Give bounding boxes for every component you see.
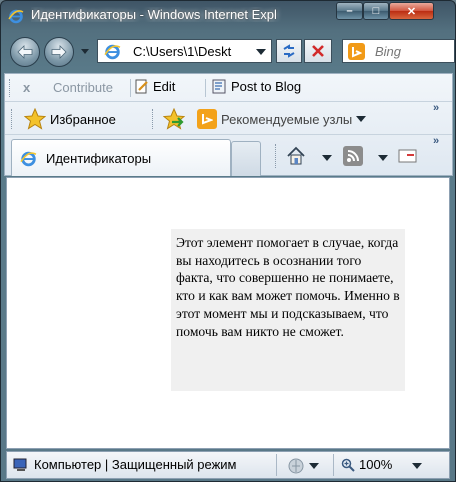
address-bar[interactable]: C:\Users\1\Deskt — [97, 39, 272, 63]
rss-icon — [343, 146, 363, 166]
arrow-right-icon — [51, 45, 67, 59]
close-button[interactable]: ✕ — [389, 2, 434, 20]
zone-label: Компьютер | Защищенный режим — [34, 457, 237, 472]
star-icon — [24, 108, 46, 130]
home-icon — [287, 146, 305, 165]
ie-icon — [8, 9, 24, 24]
toolbar-close-button[interactable]: x — [23, 80, 30, 95]
edit-icon — [135, 79, 148, 94]
arrow-left-icon — [17, 45, 33, 59]
chevron-down-icon — [356, 116, 367, 122]
privacy-button[interactable] — [287, 457, 319, 475]
page-content: Этот элемент помогает в случае, когда вы… — [6, 177, 450, 449]
search-input[interactable]: Bing — [375, 44, 401, 59]
toolbar-grip — [275, 144, 277, 168]
read-mail-button[interactable] — [398, 148, 418, 164]
window-title: Идентификаторы - Windows Internet Expl — [31, 7, 277, 22]
new-tab-button[interactable] — [231, 141, 261, 176]
toolbar-grip[interactable] — [9, 79, 11, 97]
refresh-icon — [283, 44, 295, 58]
blog-toolbar: x Contribute Edit Post to Blog — [5, 74, 452, 102]
address-text[interactable]: C:\Users\1\Deskt — [133, 44, 231, 59]
divider — [333, 454, 334, 476]
add-to-favorites-button[interactable] — [163, 108, 185, 130]
forward-button[interactable] — [44, 37, 74, 67]
edit-label: Edit — [153, 79, 176, 94]
chevron-down-icon[interactable] — [80, 46, 90, 56]
browser-window: Идентификаторы - Windows Internet Expl –… — [0, 0, 456, 482]
zoom-icon — [341, 458, 355, 472]
tab-identifiers[interactable]: Идентификаторы — [11, 139, 231, 176]
minimize-button[interactable]: – — [336, 2, 363, 20]
favorites-bar: Избранное Рекомендуемые узлы » — [5, 102, 452, 135]
suggested-sites-icon — [197, 109, 217, 129]
toolbar-area: x Contribute Edit Post to Blog Избранное… — [4, 73, 453, 176]
back-button[interactable] — [10, 37, 40, 67]
contribute-button[interactable]: Contribute — [53, 80, 113, 95]
favorites-label: Избранное — [50, 111, 116, 127]
chevron-more-icon[interactable]: » — [433, 135, 439, 147]
tab-label: Идентификаторы — [46, 151, 152, 166]
status-bar: Компьютер | Защищенный режим 100% — [6, 451, 450, 479]
chevron-down-icon — [309, 463, 319, 469]
security-zone[interactable]: Компьютер | Защищенный режим — [13, 457, 237, 472]
divider — [130, 79, 131, 97]
globe-settings-icon — [288, 458, 304, 474]
computer-icon — [13, 458, 27, 471]
chevron-down-icon[interactable] — [378, 154, 388, 162]
ie-page-icon — [104, 44, 121, 60]
identifier-text-block: Этот элемент помогает в случае, когда вы… — [171, 229, 405, 391]
tab-row: Идентификаторы » — [5, 135, 452, 176]
chevron-down-icon[interactable] — [256, 48, 266, 56]
chevron-down-icon[interactable] — [412, 462, 422, 470]
add-favorite-icon — [163, 108, 185, 130]
bing-icon — [348, 43, 365, 60]
maximize-button[interactable]: □ — [363, 2, 389, 20]
ie-page-icon — [20, 151, 37, 167]
stop-icon — [312, 45, 324, 57]
toolbar-grip — [152, 109, 154, 129]
title-bar: Идентификаторы - Windows Internet Expl –… — [1, 1, 455, 31]
contribute-label: Contribute — [53, 80, 113, 95]
edit-button[interactable]: Edit — [135, 79, 175, 94]
search-box[interactable]: Bing — [342, 39, 455, 63]
divider — [276, 454, 277, 476]
zoom-button[interactable]: 100% — [341, 457, 392, 472]
toolbar-grip[interactable] — [11, 109, 13, 129]
post-to-blog-label: Post to Blog — [231, 79, 302, 94]
chevron-more-icon[interactable]: » — [433, 102, 439, 114]
blog-post-icon — [212, 79, 226, 94]
suggested-sites-label: Рекомендуемые узлы — [221, 111, 353, 127]
refresh-button[interactable] — [276, 39, 302, 63]
address-row: C:\Users\1\Deskt Bing — [1, 31, 455, 71]
favorites-button[interactable]: Избранное — [24, 108, 116, 130]
feeds-button[interactable] — [343, 146, 363, 166]
home-button[interactable] — [286, 146, 306, 166]
mail-icon — [398, 149, 417, 163]
divider — [205, 79, 206, 97]
post-to-blog-button[interactable]: Post to Blog — [212, 79, 301, 94]
toolbar-close-label: x — [23, 80, 31, 95]
zoom-level: 100% — [359, 457, 393, 472]
suggested-sites-button[interactable]: Рекомендуемые узлы — [197, 109, 367, 129]
chevron-down-icon[interactable] — [322, 154, 332, 162]
stop-button[interactable] — [304, 39, 332, 63]
